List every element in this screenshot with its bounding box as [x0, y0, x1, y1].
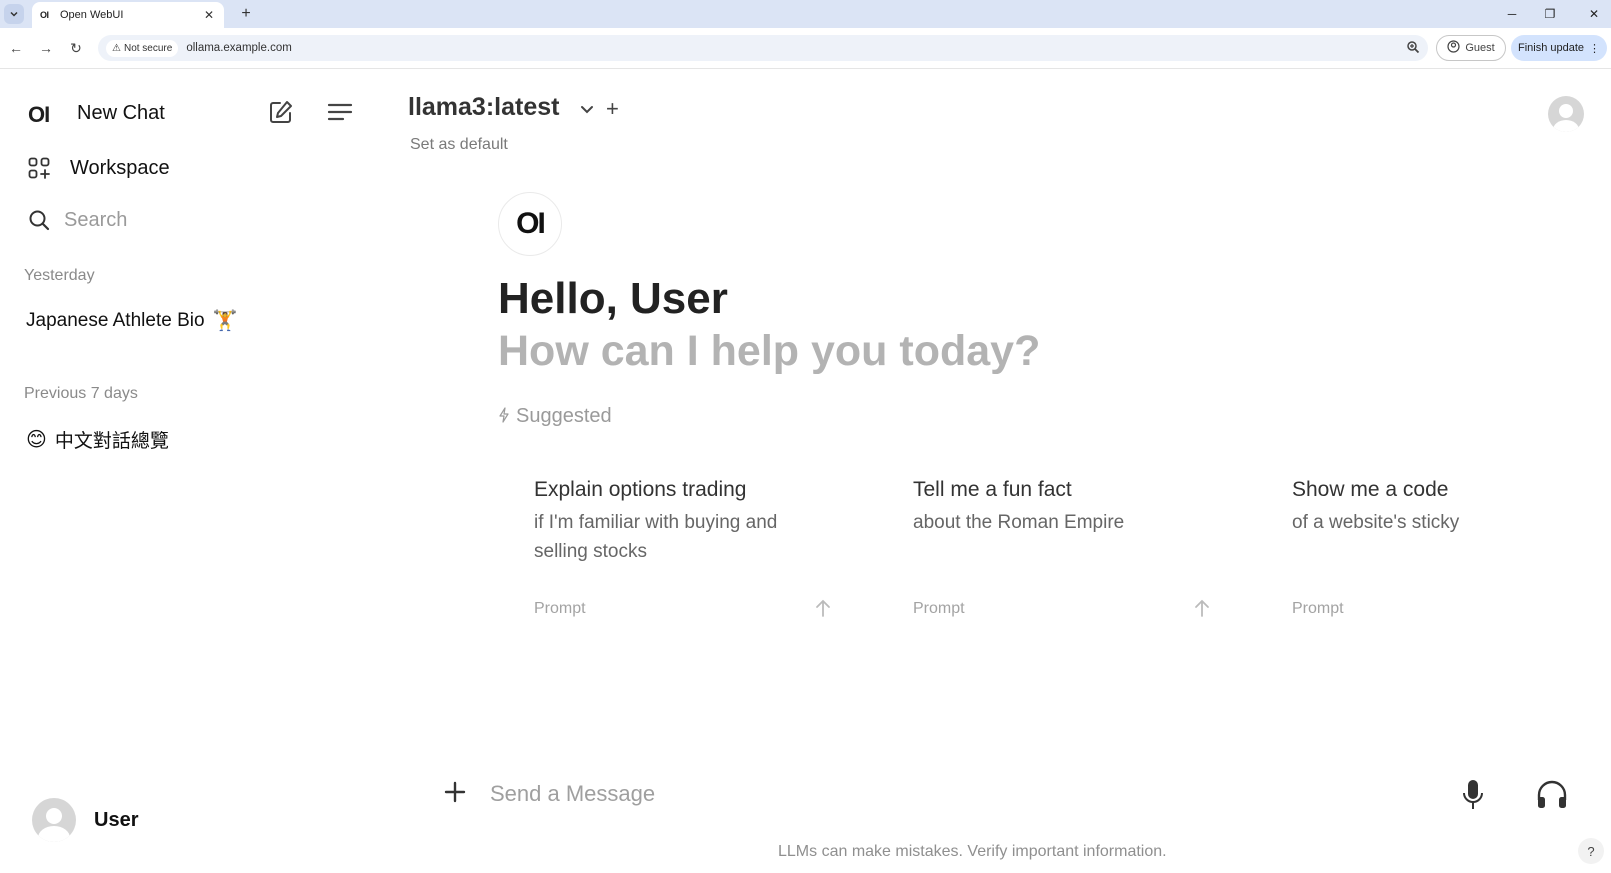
tab-favicon: OI: [40, 10, 49, 20]
omnibox[interactable]: ⚠ Not secure ollama.example.com: [98, 35, 1428, 61]
chevron-down-icon: [10, 11, 18, 17]
back-icon[interactable]: ←: [6, 38, 26, 58]
chat-item-chinese-overview[interactable]: 😊 中文對話總覽: [26, 426, 169, 453]
security-label: Not secure: [123, 42, 173, 54]
suggestion-subtitle: if I'm familiar with buying and selling …: [534, 512, 778, 562]
guest-profile-button[interactable]: Guest: [1436, 35, 1506, 61]
message-input[interactable]: [490, 778, 1390, 810]
suggestion-cards: Explain options trading if I'm familiar …: [518, 460, 1498, 630]
suggestion-title: Tell me a fun fact: [913, 478, 1072, 501]
edit-icon[interactable]: [268, 99, 294, 125]
suggestion-card[interactable]: Show me a code of a website's sticky Pro…: [1276, 460, 1498, 630]
disclaimer-text: LLMs can make mistakes. Verify important…: [778, 843, 1167, 860]
smiley-icon: 😊: [26, 429, 47, 451]
add-model-button[interactable]: +: [606, 96, 619, 122]
workspace-link[interactable]: Workspace: [70, 157, 170, 180]
model-logo: OI: [498, 192, 562, 256]
finish-update-button[interactable]: Finish update ⋮: [1511, 35, 1607, 61]
suggested-label: Suggested: [498, 405, 612, 428]
suggestion-prompt-label: Prompt: [1292, 600, 1344, 617]
tab-search-button[interactable]: [4, 4, 24, 24]
help-button[interactable]: ?: [1578, 838, 1604, 864]
warning-icon: ⚠: [112, 42, 121, 54]
microphone-icon[interactable]: [1460, 778, 1486, 812]
sidebar: OI New Chat Workspace Yesterday Japanese…: [0, 69, 370, 873]
more-vert-icon: ⋮: [1589, 42, 1601, 55]
security-chip[interactable]: ⚠ Not secure: [106, 39, 179, 57]
user-menu[interactable]: User: [32, 798, 138, 842]
menu-icon[interactable]: [327, 101, 353, 123]
chat-group-label: Previous 7 days: [24, 385, 138, 402]
suggested-text: Suggested: [516, 405, 612, 427]
user-name: User: [94, 808, 139, 831]
tab-close-icon[interactable]: ✕: [202, 8, 216, 22]
minimize-icon[interactable]: ─: [1500, 4, 1524, 24]
forward-icon[interactable]: →: [36, 38, 56, 58]
brand-logo[interactable]: OI: [28, 102, 50, 128]
weightlifter-icon: 🏋️: [212, 310, 238, 332]
set-default-link[interactable]: Set as default: [410, 136, 508, 154]
suggestion-card[interactable]: Tell me a fun fact about the Roman Empir…: [897, 460, 1217, 630]
workspace-icon: [28, 157, 50, 179]
greeting-title: Hello, User: [498, 274, 728, 323]
guest-label: Guest: [1465, 42, 1495, 54]
search-icon: [29, 210, 50, 231]
browser-tab-bar: OI Open WebUI ✕ + ─ ❐ ✕: [0, 0, 1611, 28]
suggestion-prompt-label: Prompt: [913, 600, 965, 617]
suggestion-title: Show me a code: [1292, 478, 1449, 501]
suggestion-subtitle: of a website's sticky: [1292, 512, 1460, 533]
greeting-subtitle: How can I help you today?: [498, 327, 1041, 375]
chevron-down-icon[interactable]: [578, 100, 596, 118]
url-text[interactable]: ollama.example.com: [186, 42, 1406, 54]
suggestion-card[interactable]: Explain options trading if I'm familiar …: [518, 460, 838, 630]
browser-tab[interactable]: OI Open WebUI ✕: [32, 2, 224, 28]
restore-icon[interactable]: ❐: [1538, 4, 1562, 24]
profile-avatar[interactable]: [1548, 96, 1584, 132]
chat-item-japanese-athlete-bio[interactable]: Japanese Athlete Bio 🏋️: [26, 308, 237, 333]
suggestion-subtitle: about the Roman Empire: [913, 512, 1125, 533]
arrow-up-icon[interactable]: [814, 598, 832, 618]
profile-icon: [1447, 40, 1460, 56]
chat-title: Japanese Athlete Bio: [26, 309, 205, 331]
update-label: Finish update: [1517, 42, 1585, 54]
plus-icon[interactable]: [442, 779, 468, 805]
new-tab-button[interactable]: +: [236, 4, 256, 24]
window-close-icon[interactable]: ✕: [1582, 4, 1606, 24]
new-chat-button[interactable]: New Chat: [77, 102, 165, 125]
chat-title: 中文對話總覽: [54, 431, 169, 452]
model-selector[interactable]: llama3:latest: [408, 93, 559, 122]
browser-address-bar: ← → ↻ ⚠ Not secure ollama.example.com Gu…: [0, 28, 1611, 69]
arrow-up-icon[interactable]: [1193, 598, 1211, 618]
avatar: [32, 798, 76, 842]
reload-icon[interactable]: ↻: [66, 38, 86, 58]
bolt-icon: [498, 407, 510, 426]
chat-group-label: Yesterday: [24, 267, 95, 284]
tab-title: Open WebUI: [60, 9, 124, 21]
suggestion-prompt-label: Prompt: [534, 600, 586, 617]
headphones-icon[interactable]: [1536, 780, 1568, 810]
search-input[interactable]: [64, 205, 344, 235]
suggestion-title: Explain options trading: [534, 478, 747, 501]
zoom-icon[interactable]: [1406, 40, 1420, 57]
